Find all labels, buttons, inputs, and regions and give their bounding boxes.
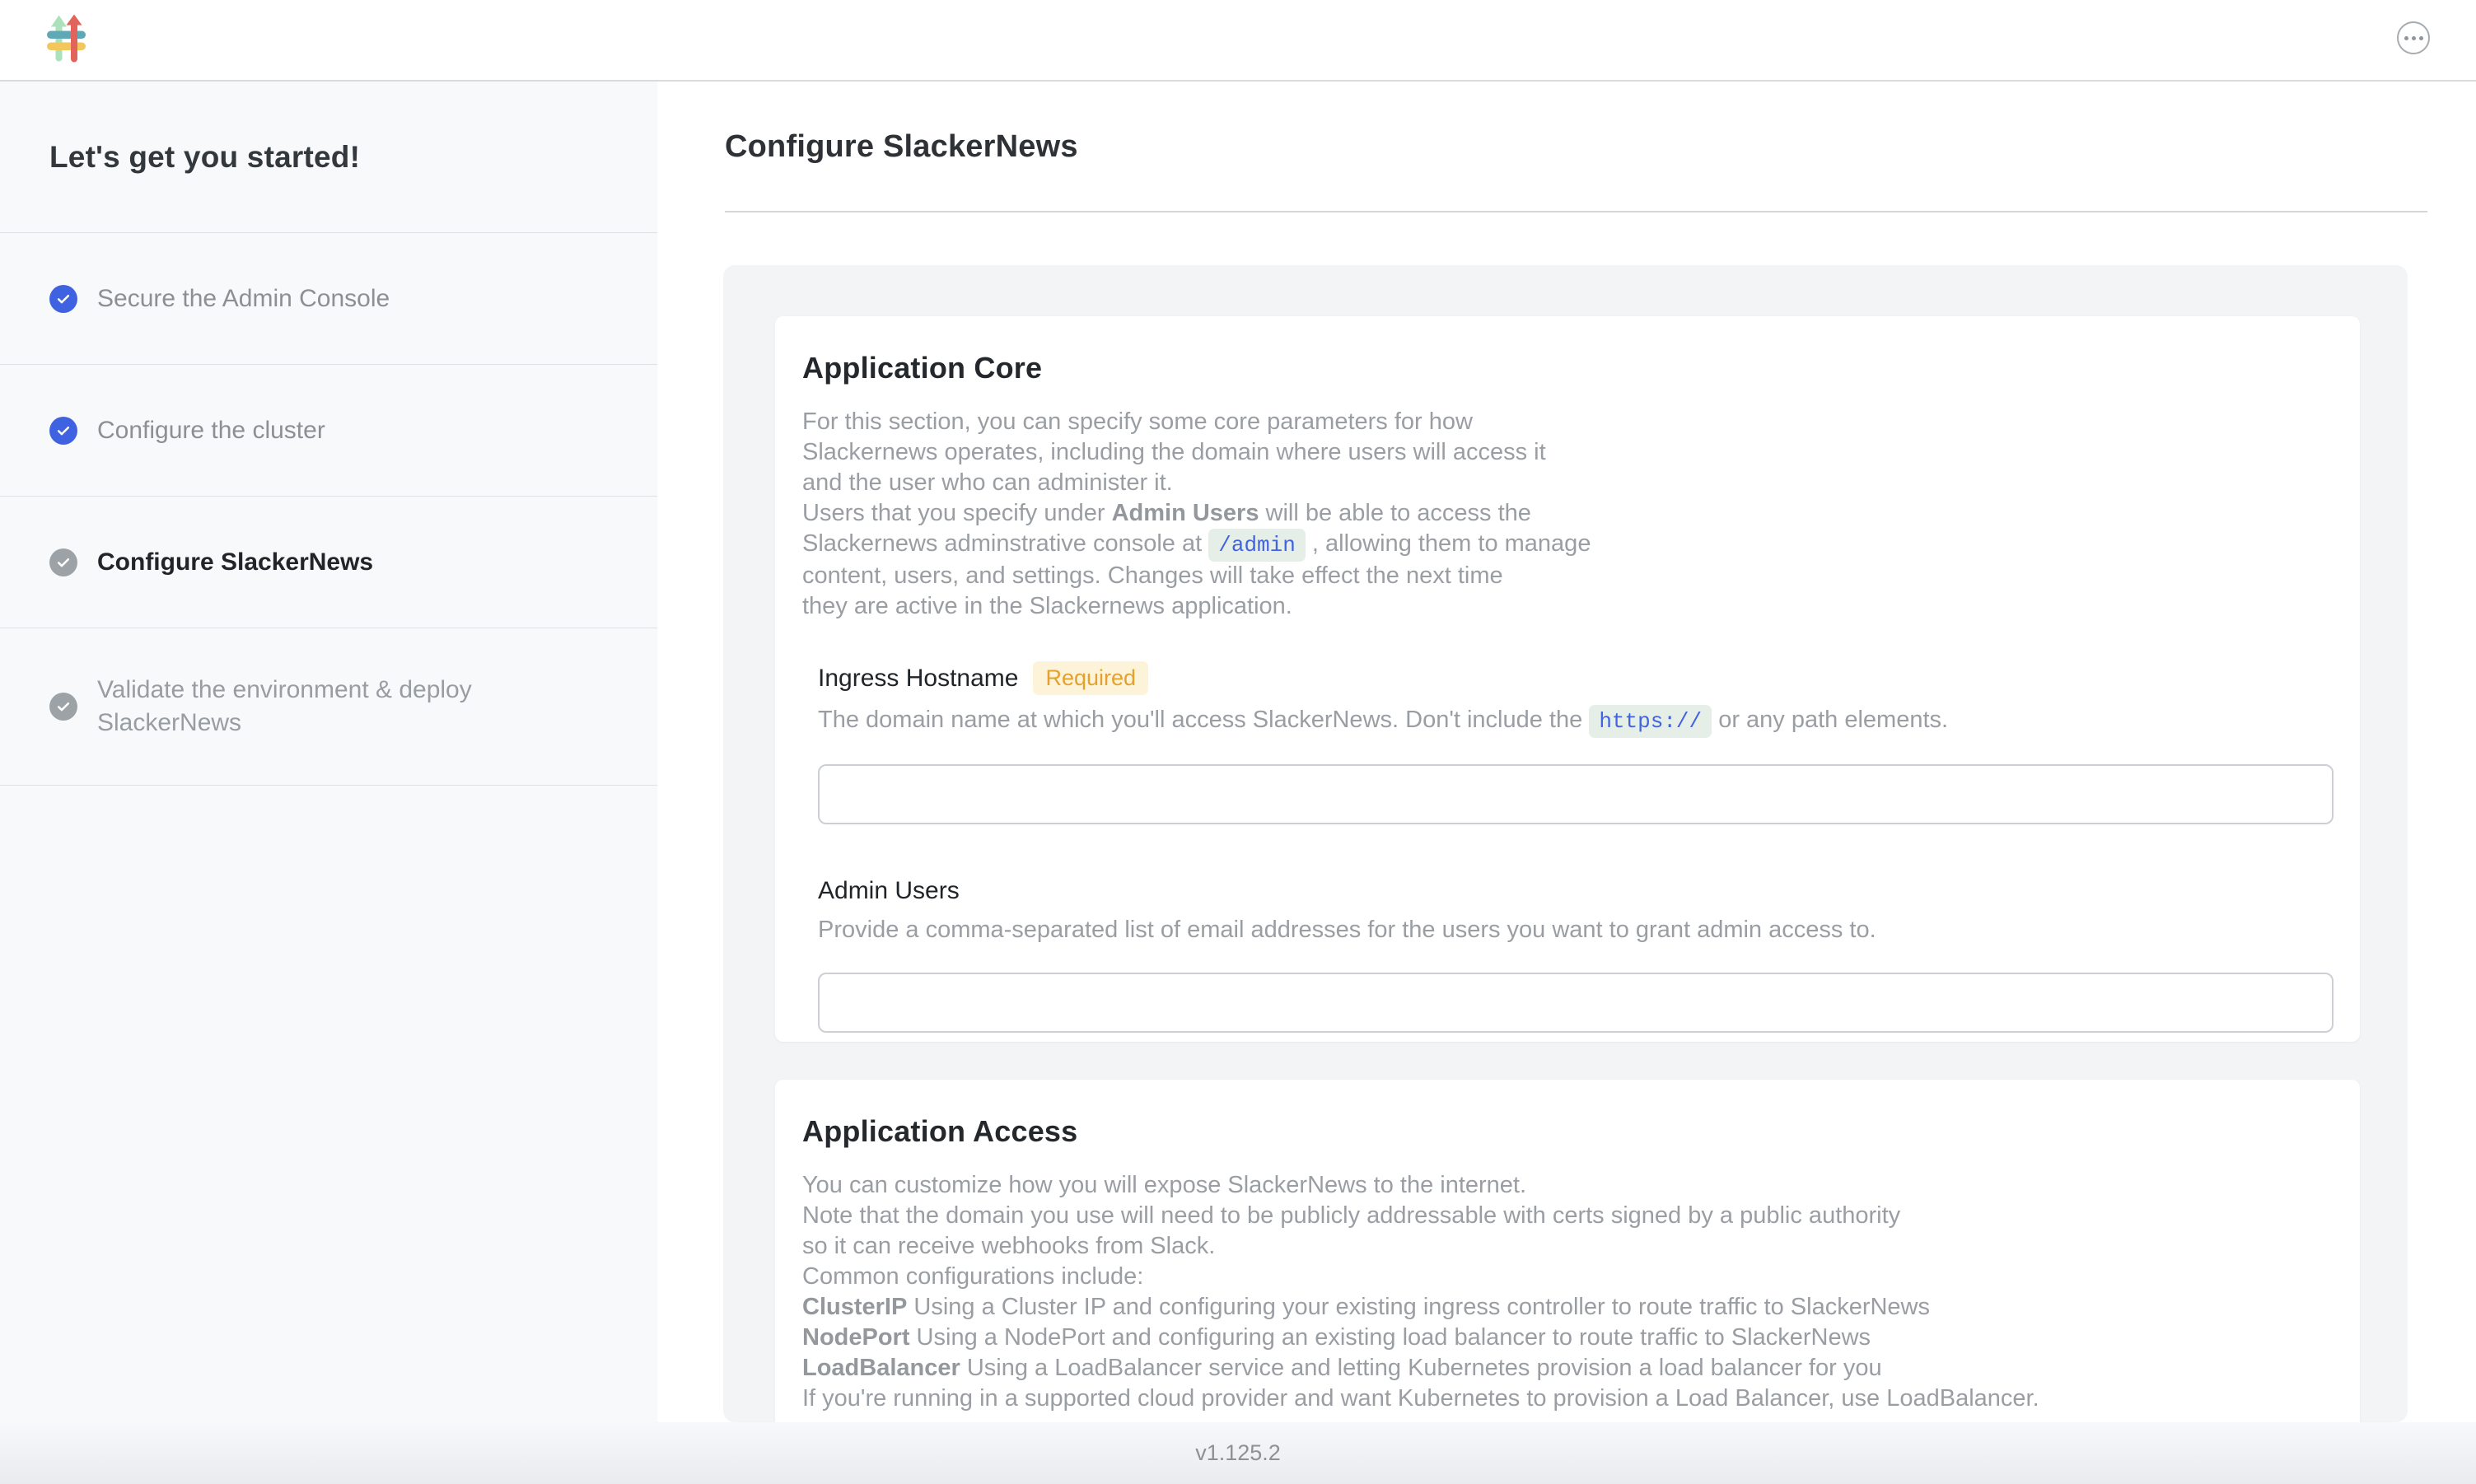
admin-users-help: Provide a comma-separated list of email … — [818, 915, 2327, 945]
step-label: Configure the cluster — [97, 414, 325, 447]
ellipsis-menu-button[interactable] — [2397, 21, 2430, 54]
required-badge: Required — [1033, 661, 1148, 695]
setup-steps-sidebar: Let's get you started! Secure the Admin … — [0, 82, 657, 1422]
admin-users-label-row: Admin Users — [818, 877, 2327, 905]
admin-users-label: Admin Users — [818, 877, 960, 905]
footer-bar: v1.125.2 — [0, 1422, 2476, 1484]
application-access-description: You can customize how you will expose Sl… — [802, 1170, 2327, 1414]
ellipsis-menu-icon — [2404, 36, 2408, 40]
ingress-hostname-help: The domain name at which you'll access S… — [818, 705, 2327, 737]
check-icon — [49, 548, 77, 576]
ingress-hostname-input[interactable] — [818, 764, 2334, 824]
onboarding-page: Let's get you started! Secure the Admin … — [0, 0, 2476, 1484]
check-icon — [49, 693, 77, 721]
application-access-card: Application Access You can customize how… — [775, 1080, 2360, 1422]
admin-users-field: Admin Users Provide a comma-separated li… — [818, 877, 2327, 1033]
step-label: Configure SlackerNews — [97, 546, 373, 579]
code-chip: https:// — [1589, 705, 1712, 738]
version-label: v1.125.2 — [1195, 1440, 1281, 1466]
config-group-container: Application Core For this section, you c… — [723, 265, 2408, 1422]
check-icon — [49, 285, 77, 313]
check-icon — [49, 417, 77, 445]
code-chip: /admin — [1208, 529, 1306, 562]
title-divider — [725, 211, 2427, 212]
sidebar-step-configure-cluster[interactable]: Configure the cluster — [0, 365, 657, 497]
slackernews-logo-icon — [47, 14, 88, 64]
ingress-hostname-field: Ingress Hostname Required The domain nam… — [818, 661, 2327, 824]
sidebar-step-configure-slackernews[interactable]: Configure SlackerNews — [0, 497, 657, 628]
top-bar — [0, 0, 2476, 82]
ingress-hostname-label: Ingress Hostname — [818, 665, 1018, 693]
step-label: Secure the Admin Console — [97, 282, 390, 315]
sidebar-step-secure-admin-console[interactable]: Secure the Admin Console — [0, 233, 657, 365]
application-core-title: Application Core — [802, 351, 2327, 385]
sidebar-step-validate-deploy[interactable]: Validate the environment & deploy Slacke… — [0, 628, 657, 786]
ingress-hostname-label-row: Ingress Hostname Required — [818, 661, 2327, 695]
config-main-panel: Configure SlackerNews Application Core F… — [657, 82, 2476, 1422]
admin-users-input[interactable] — [818, 973, 2334, 1033]
application-core-description: For this section, you can specify some c… — [802, 407, 2327, 622]
sidebar-title: Let's get you started! — [49, 140, 360, 175]
application-access-title: Application Access — [802, 1114, 2327, 1149]
page-title: Configure SlackerNews — [725, 129, 1078, 165]
step-label: Validate the environment & deploy Slacke… — [97, 674, 546, 739]
application-core-card: Application Core For this section, you c… — [775, 316, 2360, 1042]
sidebar-header: Let's get you started! — [0, 82, 657, 233]
